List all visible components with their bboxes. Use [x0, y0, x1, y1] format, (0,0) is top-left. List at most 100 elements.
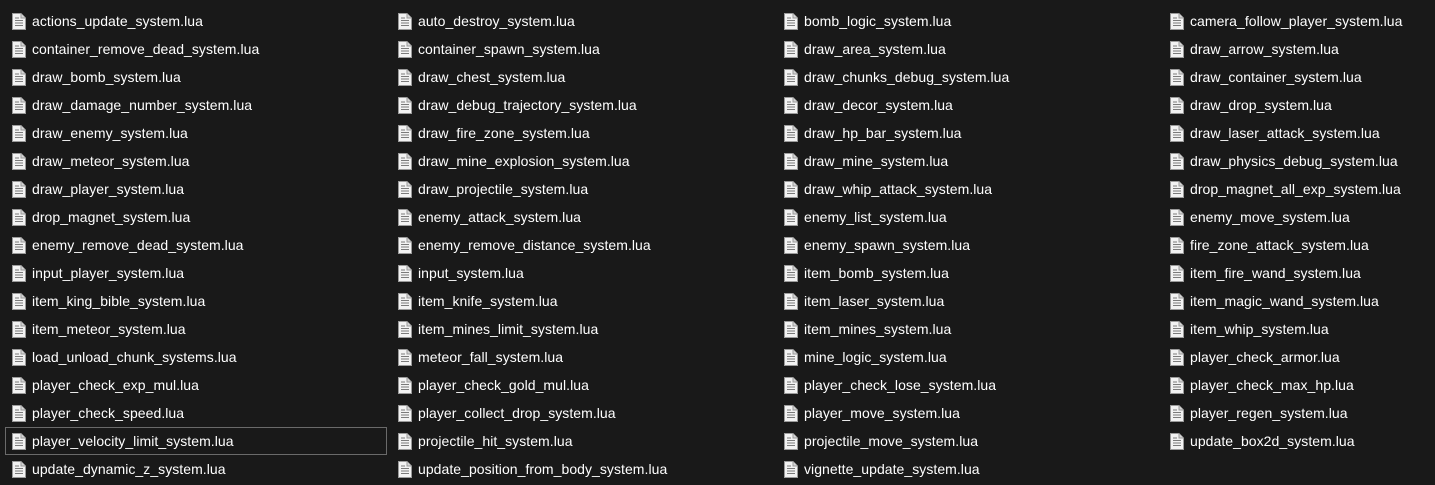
file-item[interactable]: projectile_hit_system.lua [386, 427, 772, 455]
file-item[interactable]: update_position_from_body_system.lua [386, 455, 772, 483]
file-item[interactable]: input_system.lua [386, 259, 772, 287]
file-item[interactable]: draw_area_system.lua [772, 35, 1158, 63]
text-document-icon [12, 152, 26, 170]
file-item[interactable]: update_dynamic_z_system.lua [0, 455, 386, 483]
text-document-icon [398, 320, 412, 338]
file-item-focused[interactable]: player_velocity_limit_system.lua [5, 427, 387, 455]
file-item[interactable]: draw_decor_system.lua [772, 91, 1158, 119]
text-document-icon [1170, 124, 1184, 142]
file-item[interactable]: player_check_max_hp.lua [1158, 371, 1435, 399]
file-item[interactable]: enemy_spawn_system.lua [772, 231, 1158, 259]
text-document-icon [1170, 348, 1184, 366]
file-item[interactable]: item_mines_system.lua [772, 315, 1158, 343]
text-document-icon [1170, 292, 1184, 310]
file-item[interactable]: player_check_speed.lua [0, 399, 386, 427]
file-item[interactable]: enemy_remove_distance_system.lua [386, 231, 772, 259]
file-item[interactable]: item_magic_wand_system.lua [1158, 287, 1435, 315]
file-item[interactable]: input_player_system.lua [0, 259, 386, 287]
file-item[interactable]: draw_damage_number_system.lua [0, 91, 386, 119]
file-name-label: update_dynamic_z_system.lua [32, 461, 226, 477]
file-item[interactable]: draw_meteor_system.lua [0, 147, 386, 175]
file-item[interactable]: load_unload_chunk_systems.lua [0, 343, 386, 371]
file-item[interactable]: draw_bomb_system.lua [0, 63, 386, 91]
text-document-icon [784, 12, 798, 30]
text-document-icon [1170, 208, 1184, 226]
file-item[interactable]: item_laser_system.lua [772, 287, 1158, 315]
file-item[interactable]: draw_arrow_system.lua [1158, 35, 1435, 63]
text-document-icon [784, 236, 798, 254]
file-item[interactable]: item_fire_wand_system.lua [1158, 259, 1435, 287]
file-item[interactable]: draw_projectile_system.lua [386, 175, 772, 203]
file-item[interactable]: item_mines_limit_system.lua [386, 315, 772, 343]
file-item[interactable]: draw_chest_system.lua [386, 63, 772, 91]
file-item[interactable]: item_king_bible_system.lua [0, 287, 386, 315]
file-name-label: fire_zone_attack_system.lua [1190, 237, 1369, 253]
file-item[interactable]: drop_magnet_system.lua [0, 203, 386, 231]
file-item[interactable]: fire_zone_attack_system.lua [1158, 231, 1435, 259]
file-item[interactable]: player_check_exp_mul.lua [0, 371, 386, 399]
file-item[interactable]: draw_container_system.lua [1158, 63, 1435, 91]
file-item[interactable]: item_meteor_system.lua [0, 315, 386, 343]
file-name-label: enemy_list_system.lua [804, 209, 947, 225]
file-item[interactable]: enemy_attack_system.lua [386, 203, 772, 231]
file-name-label: enemy_remove_dead_system.lua [32, 237, 244, 253]
file-item[interactable]: player_collect_drop_system.lua [386, 399, 772, 427]
file-item[interactable]: draw_drop_system.lua [1158, 91, 1435, 119]
text-document-icon [398, 208, 412, 226]
file-item[interactable]: draw_laser_attack_system.lua [1158, 119, 1435, 147]
file-item[interactable]: projectile_move_system.lua [772, 427, 1158, 455]
file-item[interactable]: draw_mine_system.lua [772, 147, 1158, 175]
file-item[interactable]: player_check_armor.lua [1158, 343, 1435, 371]
file-name-label: enemy_remove_distance_system.lua [418, 237, 651, 253]
text-document-icon [1170, 68, 1184, 86]
text-document-icon [1170, 320, 1184, 338]
text-document-icon [12, 264, 26, 282]
file-item[interactable]: draw_hp_bar_system.lua [772, 119, 1158, 147]
file-name-label: update_position_from_body_system.lua [418, 461, 668, 477]
text-document-icon [12, 460, 26, 478]
file-item[interactable]: player_check_gold_mul.lua [386, 371, 772, 399]
file-item[interactable]: container_remove_dead_system.lua [0, 35, 386, 63]
file-item[interactable]: draw_fire_zone_system.lua [386, 119, 772, 147]
file-name-label: draw_damage_number_system.lua [32, 97, 253, 113]
file-name-label: draw_player_system.lua [32, 181, 185, 197]
file-item[interactable]: camera_follow_player_system.lua [1158, 7, 1435, 35]
text-document-icon [1170, 404, 1184, 422]
file-item[interactable]: vignette_update_system.lua [772, 455, 1158, 483]
file-item[interactable]: meteor_fall_system.lua [386, 343, 772, 371]
file-item[interactable]: player_check_lose_system.lua [772, 371, 1158, 399]
file-item[interactable]: enemy_move_system.lua [1158, 203, 1435, 231]
file-item[interactable]: auto_destroy_system.lua [386, 7, 772, 35]
file-item[interactable]: item_whip_system.lua [1158, 315, 1435, 343]
file-item[interactable]: player_move_system.lua [772, 399, 1158, 427]
file-item[interactable]: draw_enemy_system.lua [0, 119, 386, 147]
file-item[interactable]: draw_physics_debug_system.lua [1158, 147, 1435, 175]
file-name-label: draw_bomb_system.lua [32, 69, 181, 85]
text-document-icon [1170, 264, 1184, 282]
file-item[interactable]: draw_mine_explosion_system.lua [386, 147, 772, 175]
file-name-label: projectile_hit_system.lua [418, 433, 573, 449]
file-item[interactable]: enemy_list_system.lua [772, 203, 1158, 231]
text-document-icon [784, 208, 798, 226]
file-item[interactable]: player_regen_system.lua [1158, 399, 1435, 427]
file-item[interactable]: item_bomb_system.lua [772, 259, 1158, 287]
file-item[interactable]: draw_chunks_debug_system.lua [772, 63, 1158, 91]
text-document-icon [784, 376, 798, 394]
file-item[interactable]: update_box2d_system.lua [1158, 427, 1435, 455]
text-document-icon [1170, 376, 1184, 394]
file-item[interactable]: enemy_remove_dead_system.lua [0, 231, 386, 259]
file-item[interactable]: draw_debug_trajectory_system.lua [386, 91, 772, 119]
file-item[interactable]: mine_logic_system.lua [772, 343, 1158, 371]
file-item[interactable]: bomb_logic_system.lua [772, 7, 1158, 35]
file-name-label: enemy_attack_system.lua [418, 209, 582, 225]
text-document-icon [12, 96, 26, 114]
file-item[interactable]: draw_whip_attack_system.lua [772, 175, 1158, 203]
file-item[interactable]: actions_update_system.lua [0, 7, 386, 35]
file-item[interactable]: draw_player_system.lua [0, 175, 386, 203]
file-name-label: player_velocity_limit_system.lua [32, 433, 234, 449]
file-name-label: container_spawn_system.lua [418, 41, 600, 57]
file-item[interactable]: item_knife_system.lua [386, 287, 772, 315]
file-item[interactable]: container_spawn_system.lua [386, 35, 772, 63]
file-name-label: auto_destroy_system.lua [418, 13, 575, 29]
file-item[interactable]: drop_magnet_all_exp_system.lua [1158, 175, 1435, 203]
